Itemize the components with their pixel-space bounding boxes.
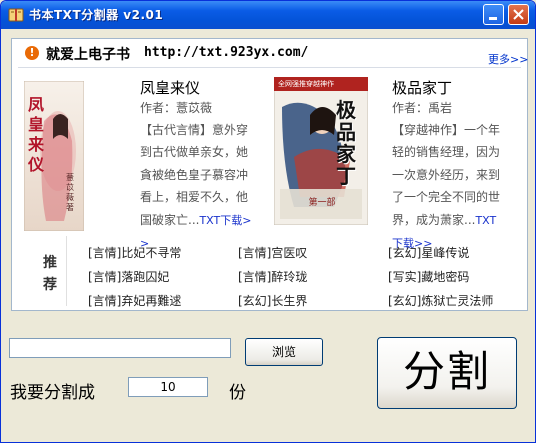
book-desc-text-2: 【穿越神作】一个年轻的销售经理，因为一次意外经历，来到了一个完全不同的世界，成为… [392, 123, 501, 227]
exclamation-icon: ! [25, 46, 39, 60]
title-bar[interactable]: 书本TXT分割器 v2.01 [1, 1, 535, 29]
book-desc-text-1: 【古代言情】意外穿到古代做单亲女，她貪被绝色皇子慕容冲看上，相爱不久，他国破家亡… [140, 123, 249, 227]
cover-bottom-text: 第一部 [308, 198, 336, 208]
cover-author-text: 薏苡薇 著 [66, 173, 74, 212]
recommend-item[interactable]: [言情]宫医叹 [238, 244, 307, 261]
recommend-item[interactable]: [玄幻]炼狱亡灵法师 [388, 292, 493, 309]
split-count-label: 我要分割成 [10, 383, 95, 403]
book-cover-1[interactable]: 凤皇来仪 薏苡薇 著 [24, 81, 84, 231]
ad-panel: ! 就爱上电子书 http://txt.923yx.com/ 更多>> 凤皇来仪… [11, 38, 528, 311]
recommend-item[interactable]: [言情]醉玲珑 [238, 268, 307, 285]
recommend-item[interactable]: [言情]落跑囚妃 [88, 268, 169, 285]
recommend-item[interactable]: [玄幻]星峰传说 [388, 244, 469, 261]
recommend-item[interactable]: [言情]弃妃再難逑 [88, 292, 181, 309]
site-url-link[interactable]: http://txt.923yx.com/ [144, 45, 308, 60]
book-title-1[interactable]: 凤皇来仪 [140, 77, 200, 98]
more-link[interactable]: 更多>> [488, 51, 528, 67]
recommend-item[interactable]: [言情]比妃不寻常 [88, 244, 181, 261]
cover-title-text: 凤皇来仪 [28, 95, 45, 174]
book-desc-2: 【穿越神作】一个年轻的销售经理，因为一次意外经历，来到了一个完全不同的世界，成为… [392, 119, 506, 255]
header-divider [18, 67, 521, 68]
recommend-item[interactable]: [玄幻]长生界 [238, 292, 307, 309]
file-path-input[interactable] [9, 338, 231, 358]
recommend-item[interactable]: [写实]藏地密码 [388, 268, 469, 285]
book-author-1: 作者：薏苡薇 [140, 101, 213, 115]
window-title: 书本TXT分割器 v2.01 [29, 8, 164, 22]
split-count-input[interactable]: 10 [128, 377, 208, 397]
browse-button[interactable]: 浏览 [245, 338, 323, 366]
cover-top-text: 全网强推穿越神作 [278, 80, 334, 88]
panel-header: ! 就爱上电子书 http://txt.923yx.com/ 更多>> [12, 39, 528, 67]
book-desc-1: 【古代言情】意外穿到古代做单亲女，她貪被绝色皇子慕容冲看上，相爱不久，他国破家亡… [140, 119, 256, 255]
close-button[interactable] [508, 4, 529, 25]
recommend-divider [66, 236, 67, 306]
book-author-2: 作者：禹岩 [392, 101, 453, 115]
cover-title-text-2: 极品家丁 [336, 98, 356, 188]
site-title: 就爱上电子书 [46, 47, 130, 63]
book-title-2[interactable]: 极品家丁 [392, 77, 452, 98]
split-button[interactable]: 分割 [377, 337, 517, 409]
minimize-button[interactable] [483, 4, 504, 25]
app-window: 书本TXT分割器 v2.01 ! 就爱上电子书 http://txt.923yx… [0, 0, 536, 443]
book-cover-2[interactable]: 全网强推穿越神作 极品家丁 第一部 [274, 77, 368, 225]
recommend-label: 推荐 [43, 255, 57, 293]
close-icon [513, 9, 524, 20]
unit-label: 份 [229, 383, 246, 403]
app-book-icon [8, 8, 24, 22]
